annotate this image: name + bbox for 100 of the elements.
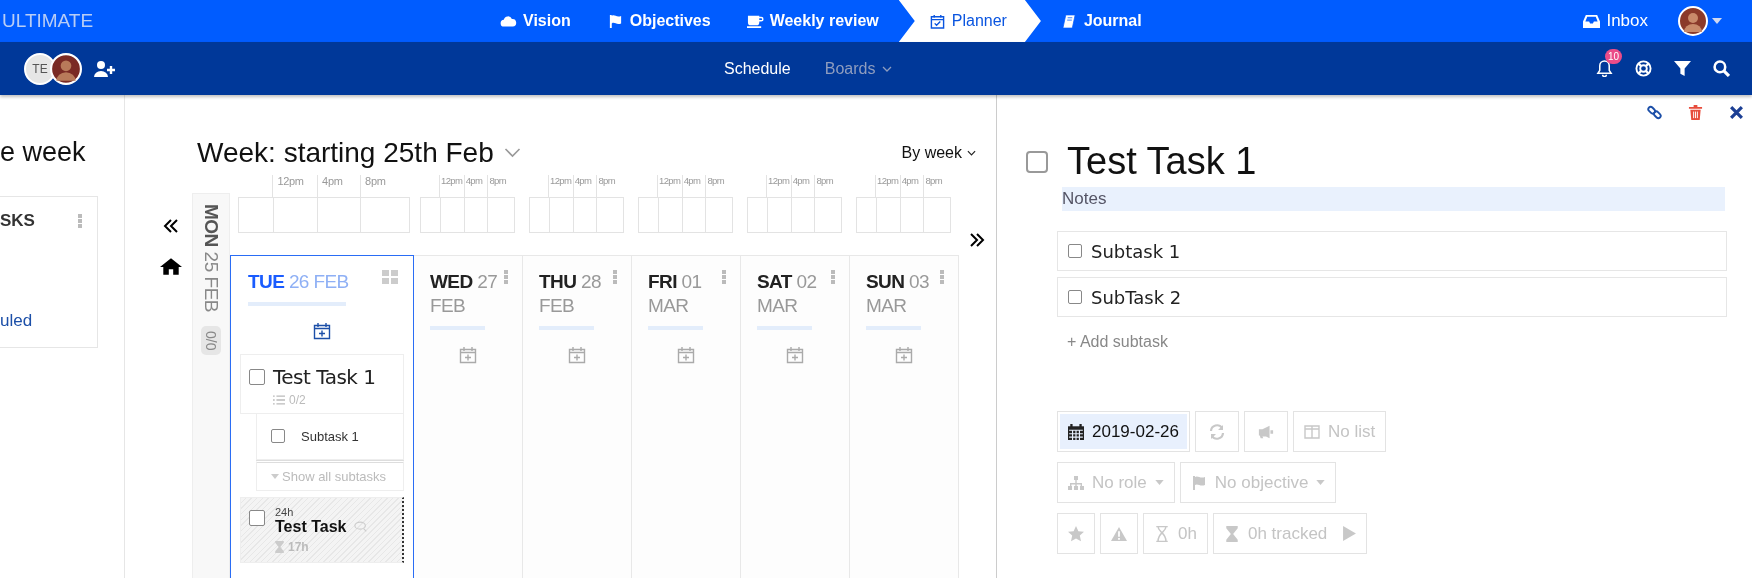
hour-label: 4pm [317,175,361,197]
task-count: 0/0 [201,326,221,356]
help-icon[interactable] [1635,60,1652,77]
star-button[interactable] [1057,513,1095,554]
nav-tab[interactable]: Planner [898,0,1041,42]
repeat-icon [1208,423,1225,440]
hour-label: 12pm [548,175,573,197]
nav-tab[interactable]: Journal [1042,0,1160,42]
duration: 24h [275,505,295,518]
tracked-time: 17h [288,539,309,554]
notes-field[interactable]: Notes [1062,187,1725,211]
checkbox[interactable] [1026,150,1048,173]
hour-label: 8pm [487,175,515,197]
comment-icon [354,521,369,533]
task-card[interactable]: Test Task 1 0/2 [240,353,404,414]
filter-icon[interactable] [1674,60,1691,77]
chevron-down-icon [967,150,976,156]
task-card[interactable]: 24h Test Task 17h [240,496,404,563]
list-icon [273,394,285,405]
checkbox[interactable] [271,429,285,444]
calendar-icon [1068,423,1084,440]
view-tab[interactable]: Boards [824,59,893,78]
subtask-title: Subtask 1 [1091,240,1181,262]
star-icon [1068,525,1084,542]
bell-icon[interactable] [1596,60,1613,77]
hour-label: 8pm [705,175,733,197]
home-icon[interactable] [160,257,182,275]
nav-tab[interactable]: Objectives [588,0,729,42]
add-event-icon[interactable] [313,321,331,340]
caret-icon [1154,480,1164,485]
day-title: TUE 26 FEB [248,270,349,294]
checkbox[interactable] [249,509,265,526]
warning-icon [1111,525,1127,542]
avatar[interactable] [50,52,82,85]
link-icon[interactable] [1647,105,1662,120]
hour-label: 12pm [875,175,900,197]
flag-icon [1190,474,1207,491]
notification-badge: 10 [1605,49,1623,64]
caret-icon [882,65,893,72]
hour-label: 12pm [657,175,682,197]
hour-label: 4pm [572,175,597,197]
add-user-icon[interactable] [94,60,116,77]
more-icon[interactable] [78,214,82,228]
account-menu[interactable] [1678,6,1722,36]
week-title[interactable]: Week: starting 25th Feb [150,137,521,169]
task-title: Test Task [275,517,347,536]
subtask-count: 0/2 [289,392,306,407]
columns-icon [1303,423,1320,440]
close-icon[interactable] [1729,105,1744,120]
hour-label: 12pm [272,175,318,197]
avatar [1678,6,1708,36]
checkbox[interactable] [1068,290,1082,304]
delete-icon[interactable] [1688,105,1703,120]
next-week-icon[interactable] [968,233,985,247]
checkbox[interactable] [1068,244,1082,258]
inbox-link[interactable]: Inbox [1583,11,1648,31]
day-title: FRI 01 MAR [648,270,703,318]
book-icon [1060,13,1078,29]
more-icon[interactable] [504,270,508,284]
nav-tab[interactable]: Weekly review [728,0,897,42]
link[interactable]: uled [0,311,97,331]
megaphone-icon [1257,423,1274,440]
chevron-down-icon [503,148,521,158]
caret-icon [1316,480,1326,485]
more-icon[interactable] [722,270,726,284]
hourglass-icon [1154,525,1170,542]
hour-label: 4pm [681,175,706,197]
more-icon[interactable] [613,270,617,284]
subtask-title: SubTask 2 [1091,286,1182,308]
calendar-check-icon [928,13,946,29]
add-subtask-link[interactable]: + Add subtask [1067,333,1730,351]
checkbox[interactable] [249,368,265,385]
more-icon[interactable] [940,270,944,284]
subtask-title: Subtask 1 [301,428,359,444]
more-icon[interactable] [831,270,835,284]
hourglass-icon [275,540,284,553]
date-button[interactable]: 2019-02-26 [1057,411,1190,452]
cloud-icon [500,13,517,29]
subtask-row[interactable]: SubTask 2 [1057,277,1727,317]
hour-label: 4pm [899,175,924,197]
day-title: SAT 02 MAR [757,270,818,318]
hierarchy-icon [1068,474,1084,491]
search-icon[interactable] [1713,60,1730,77]
caret-icon [271,473,279,479]
view-mode-dropdown[interactable]: By week [901,144,976,162]
hour-label: 8pm [923,175,951,197]
cup-icon [746,13,764,29]
view-tab[interactable]: Schedule [724,59,791,78]
hour-label: 4pm [463,175,488,197]
day-title: WED 27 FEB [430,270,499,318]
collapsed-day-column[interactable]: MON 25 FEB 0/0 [192,193,230,578]
hour-label: 4pm [790,175,815,197]
subtask-row[interactable]: Subtask 1 [256,413,404,460]
subtask-row[interactable]: Subtask 1 [1057,231,1727,271]
task-title[interactable]: Test Task 1 [1067,140,1257,183]
previous-week-icon[interactable] [163,219,179,233]
app-title: ULTIMATE [1,10,95,32]
hour-label: 12pm [439,175,464,197]
hour-label: 8pm [360,175,410,197]
nav-tab[interactable]: Vision [482,0,589,42]
